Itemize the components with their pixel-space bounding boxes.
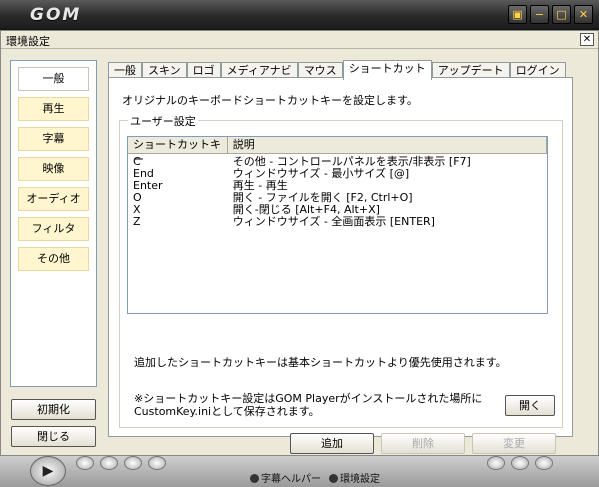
group-label: ユーザー設定 [128, 113, 198, 129]
play-icon[interactable]: ▶ [30, 456, 66, 486]
control-knob-icon[interactable] [124, 456, 142, 470]
control-knob-icon[interactable] [535, 456, 553, 470]
gom-logo: GOM [30, 5, 82, 25]
nav-item-audio[interactable]: オーディオ [18, 187, 89, 211]
close-icon[interactable]: ✕ [574, 5, 593, 24]
subtitle-helper-label: 字幕ヘルパー [261, 474, 321, 485]
table-row[interactable]: Z ウィンドウサイズ - 全画面表示 [ENTER] [128, 216, 547, 228]
control-knob-icon[interactable] [76, 456, 94, 470]
save-location-note: ※ショートカットキー設定はGOM Playerがインストールされた場所に Cus… [134, 392, 482, 418]
column-header-description[interactable]: 説明 [228, 137, 547, 153]
settings-category-nav: 一般 再生 字幕 映像 オーディオ フィルタ その他 [10, 60, 97, 387]
shortcut-key: O [133, 191, 142, 204]
list-header: ショートカットキー 説明 [128, 137, 547, 166]
dialog-title: 環境設定 [6, 35, 50, 48]
footer-links: 字幕ヘルパー 環境設定 [250, 470, 380, 485]
nav-item-video[interactable]: 映像 [18, 157, 89, 181]
player-window-controls: ▣ − □ ✕ [508, 5, 593, 24]
shortcut-key: X [133, 203, 141, 216]
nav-item-other[interactable]: その他 [18, 247, 89, 271]
shortcut-list[interactable]: ショートカットキー 説明 C その他 - コントロールパネルを表示/非表示 [F… [127, 136, 548, 314]
settings-link[interactable]: 環境設定 [329, 470, 380, 485]
control-knob-icon[interactable] [511, 456, 529, 470]
add-button[interactable]: 追加 [290, 433, 374, 454]
bullet-icon [329, 474, 338, 483]
shortcut-description: ウィンドウサイズ - 全画面表示 [ENTER] [232, 215, 435, 228]
panel-description: オリジナルのキーボードショートカットキーを設定します。 [122, 94, 418, 107]
delete-button[interactable]: 削除 [381, 433, 465, 454]
nav-item-general[interactable]: 一般 [18, 67, 89, 91]
nav-item-subtitle[interactable]: 字幕 [18, 127, 89, 151]
player-control-bar: ▶ 字幕ヘルパー 環境設定 [0, 456, 599, 487]
priority-note: 追加したショートカットキーは基本ショートカットより優先使用されます。 [134, 356, 507, 369]
control-knob-icon[interactable] [148, 456, 166, 470]
initialize-button[interactable]: 初期化 [11, 399, 96, 420]
save-location-line1: ※ショートカットキー設定はGOM Playerがインストールされた場所に [134, 392, 483, 405]
tab-shortcut[interactable]: ショートカット [342, 60, 432, 80]
player-title-bar: GOM ▣ − □ ✕ [0, 0, 599, 30]
nav-item-filter[interactable]: フィルタ [18, 217, 89, 241]
edit-button[interactable]: 変更 [472, 433, 556, 454]
open-button[interactable]: 開く [505, 395, 555, 416]
nav-item-playback[interactable]: 再生 [18, 97, 89, 121]
compact-mode-icon[interactable]: ▣ [508, 5, 527, 24]
preferences-dialog: 環境設定 ✕ 一般 再生 字幕 映像 オーディオ フィルタ その他 初期化 閉じ… [0, 30, 599, 456]
shortcut-panel: オリジナルのキーボードショートカットキーを設定します。 ユーザー設定 ショートカ… [108, 77, 573, 454]
minimize-icon[interactable]: − [530, 5, 549, 24]
settings-tabs: 一般 スキン ロゴ メディアナビ マウス ショートカット アップデート ログイン [108, 60, 566, 80]
maximize-icon[interactable]: □ [552, 5, 571, 24]
settings-label: 環境設定 [340, 474, 380, 485]
column-header-key[interactable]: ショートカットキー [128, 137, 228, 166]
subtitle-helper-link[interactable]: 字幕ヘルパー [250, 470, 321, 485]
bullet-icon [250, 474, 259, 483]
close-button[interactable]: 閉じる [11, 426, 96, 447]
save-location-line2: CustomKey.iniとして保存されます。 [134, 405, 320, 418]
dialog-title-bar: 環境設定 ✕ [1, 31, 598, 49]
control-knob-icon[interactable] [100, 456, 118, 470]
shortcut-key: Enter [133, 179, 163, 192]
shortcut-key: Z [133, 215, 141, 228]
table-row[interactable]: End ウィンドウサイズ - 最小サイズ [@] [128, 168, 547, 180]
control-knob-icon[interactable] [487, 456, 505, 470]
dialog-close-icon[interactable]: ✕ [580, 33, 594, 46]
